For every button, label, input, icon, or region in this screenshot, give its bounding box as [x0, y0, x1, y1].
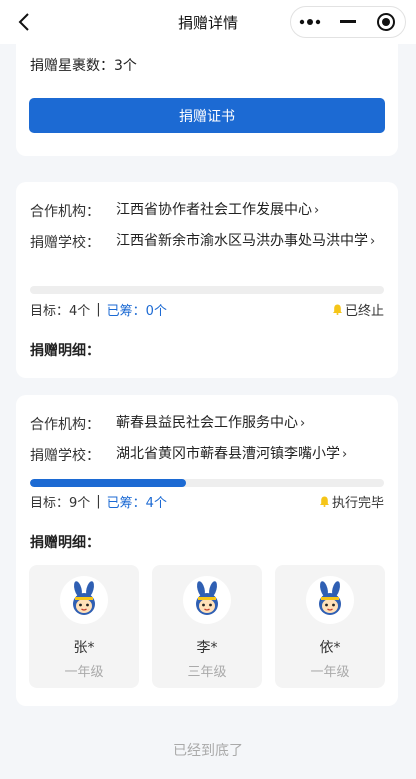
donation-detail-title: 捐赠明细： — [30, 343, 100, 359]
progress-stats: 目标：9个 | 已筹：4个 — [30, 492, 167, 511]
school-label: 捐赠学校： — [30, 235, 100, 251]
school-link[interactable]: 江西省新余市渝水区马洪办事处马洪中学 › — [116, 230, 391, 253]
minimize-button[interactable] — [329, 7, 367, 37]
chevron-right-icon: › — [342, 447, 348, 462]
chevron-right-icon: › — [370, 234, 376, 249]
status-text: 已终止 — [344, 304, 384, 319]
progress-stats: 目标：4个 | 已筹：0个 — [30, 300, 167, 319]
record-icon — [377, 13, 395, 31]
status-badge: 执行完毕 — [319, 492, 384, 511]
stars-label: 捐赠星裹数： — [30, 58, 114, 74]
bunny-avatar-icon — [196, 581, 218, 615]
chevron-left-icon — [18, 13, 29, 31]
chevron-right-icon: › — [314, 203, 320, 218]
more-button[interactable] — [291, 7, 329, 37]
partner-name: 蕲春县益民社会工作服务中心 — [116, 415, 298, 431]
partner-name: 江西省协作者社会工作发展中心 — [116, 202, 312, 218]
school-link[interactable]: 湖北省黄冈市蕲春县漕河镇李嘴小学 › — [116, 443, 391, 466]
status-badge: 已终止 — [332, 300, 384, 319]
bunny-avatar-icon — [73, 581, 95, 615]
progress-bar — [30, 286, 384, 294]
donation-project-card: 合作机构： 蕲春县益民社会工作服务中心 › 捐赠学校： 湖北省黄冈市蕲春县漕河镇李… — [16, 395, 398, 706]
stats-divider: | — [96, 494, 101, 509]
donor-name: 依* — [319, 640, 341, 656]
donor-card[interactable]: 张* 一年级 — [29, 565, 139, 688]
partner-label: 合作机构： — [30, 417, 100, 433]
status-text: 执行完毕 — [331, 496, 384, 511]
donor-grade: 三年级 — [187, 665, 227, 680]
avatar — [306, 576, 354, 624]
donor-name: 李* — [196, 640, 218, 656]
page-title: 捐赠详情 — [177, 13, 238, 32]
stats-divider: | — [96, 302, 101, 317]
more-dots-icon — [299, 19, 321, 25]
bell-icon — [332, 304, 342, 315]
raised-text: 已筹：0个 — [106, 304, 167, 319]
donor-grade: 一年级 — [64, 665, 104, 680]
mini-program-capsule — [290, 6, 406, 38]
raised-text: 已筹：4个 — [106, 496, 167, 511]
stars-count: 捐赠星裹数：3个 — [30, 55, 137, 75]
chevron-right-icon: › — [300, 416, 306, 431]
progress-bar — [30, 479, 384, 487]
partner-link[interactable]: 江西省协作者社会工作发展中心 › — [116, 199, 391, 222]
donor-card[interactable]: 依* 一年级 — [275, 565, 385, 688]
donor-name: 张* — [73, 640, 95, 656]
stars-value: 3个 — [114, 58, 137, 74]
donation-project-card: 合作机构： 江西省协作者社会工作发展中心 › 捐赠学校： 江西省新余市渝水区马洪办… — [16, 182, 398, 378]
partner-label: 合作机构： — [30, 204, 100, 220]
partner-link[interactable]: 蕲春县益民社会工作服务中心 › — [116, 412, 391, 435]
donor-card[interactable]: 李* 三年级 — [152, 565, 262, 688]
close-button[interactable] — [367, 7, 405, 37]
donation-detail-title: 捐赠明细： — [30, 535, 100, 551]
school-label: 捐赠学校： — [30, 448, 100, 464]
avatar — [60, 576, 108, 624]
bell-icon — [319, 496, 329, 507]
donation-summary-card: 捐赠星裹数：3个 捐赠证书 — [16, 30, 398, 156]
donor-grade: 一年级 — [310, 665, 350, 680]
progress-fill — [30, 479, 186, 487]
bunny-avatar-icon — [319, 581, 341, 615]
avatar — [183, 576, 231, 624]
minimize-icon — [340, 20, 356, 23]
goal-text: 目标：4个 — [30, 304, 91, 319]
donation-certificate-button[interactable]: 捐赠证书 — [29, 98, 385, 133]
school-name: 湖北省黄冈市蕲春县漕河镇李嘴小学 — [116, 446, 340, 462]
end-of-list-text: 已经到底了 — [173, 743, 243, 759]
goal-text: 目标：9个 — [30, 496, 91, 511]
school-name: 江西省新余市渝水区马洪办事处马洪中学 — [116, 233, 368, 249]
navigation-bar: 捐赠详情 — [0, 0, 416, 44]
back-button[interactable] — [12, 10, 36, 34]
